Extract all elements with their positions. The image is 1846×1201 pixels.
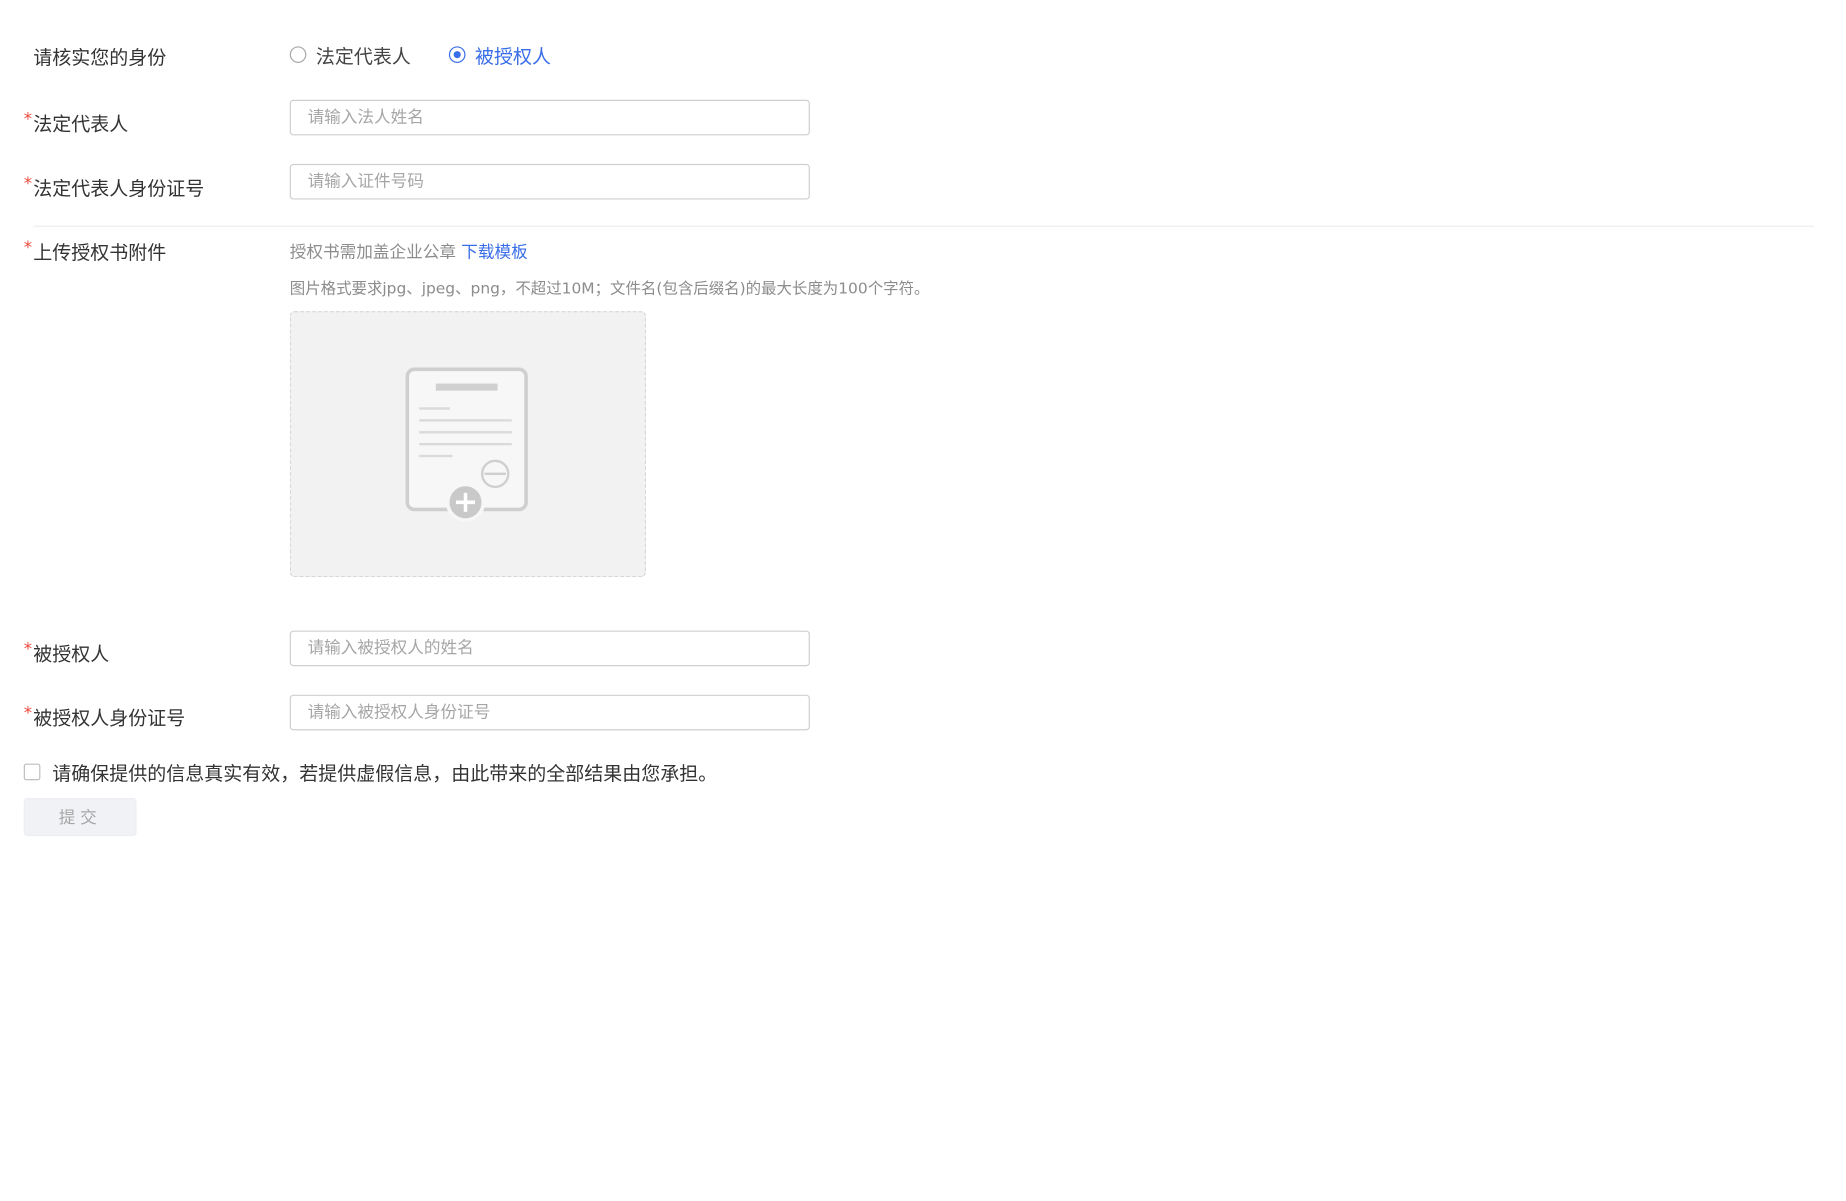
section-divider [33,225,1815,227]
identity-label: 请核实您的身份 [33,46,167,69]
legal-rep-id-label: 法定代表人身份证号 [33,176,205,200]
grantee-label: 被授权人 [33,642,110,665]
radio-grantee-label: 被授权人 [475,45,552,68]
submit-button[interactable]: 提交 [23,798,137,836]
radio-grantee[interactable]: 被授权人 [448,40,552,69]
grantee-id-label: 被授权人身份证号 [33,706,186,730]
required-asterisk: * [23,640,33,660]
grantee-id-input[interactable] [289,694,810,731]
legal-rep-label: 法定代表人 [33,112,129,136]
radio-legal-rep-label: 法定代表人 [315,45,411,68]
legal-rep-id-input[interactable] [289,163,810,200]
required-asterisk: * [23,174,33,194]
upload-hint: 授权书需加盖企业公章 下载模板 [290,240,528,264]
document-upload-icon [405,367,528,522]
legal-rep-input[interactable] [289,99,810,136]
agreement-row: 请确保提供的信息真实有效，若提供虚假信息，由此带来的全部结果由您承担。 [23,758,718,787]
radio-legal-rep[interactable]: 法定代表人 [289,40,411,69]
required-asterisk: * [23,704,33,724]
upload-area[interactable] [289,311,646,578]
radio-circle-icon [289,46,307,63]
agreement-checkbox[interactable] [23,763,41,781]
identity-verification-form: 请核实您的身份 法定代表人 被授权人 * 法定代表人 * 法定代表人身份证号 *… [0,0,1846,1201]
agreement-text: 请确保提供的信息真实有效，若提供虚假信息，由此带来的全部结果由您承担。 [52,762,718,785]
required-asterisk: * [23,238,33,258]
download-template-link[interactable]: 下载模板 [461,243,528,262]
radio-checked-icon [448,46,466,63]
upload-format-hint: 图片格式要求jpg、jpeg、png，不超过10M；文件名(包含后缀名)的最大长… [289,280,930,299]
grantee-name-input[interactable] [289,630,810,667]
upload-label: 上传授权书附件 [33,241,167,264]
required-asterisk: * [23,110,33,130]
upload-hint-text: 授权书需加盖企业公章 [289,243,456,263]
identity-radio-group: 法定代表人 被授权人 [289,40,589,69]
